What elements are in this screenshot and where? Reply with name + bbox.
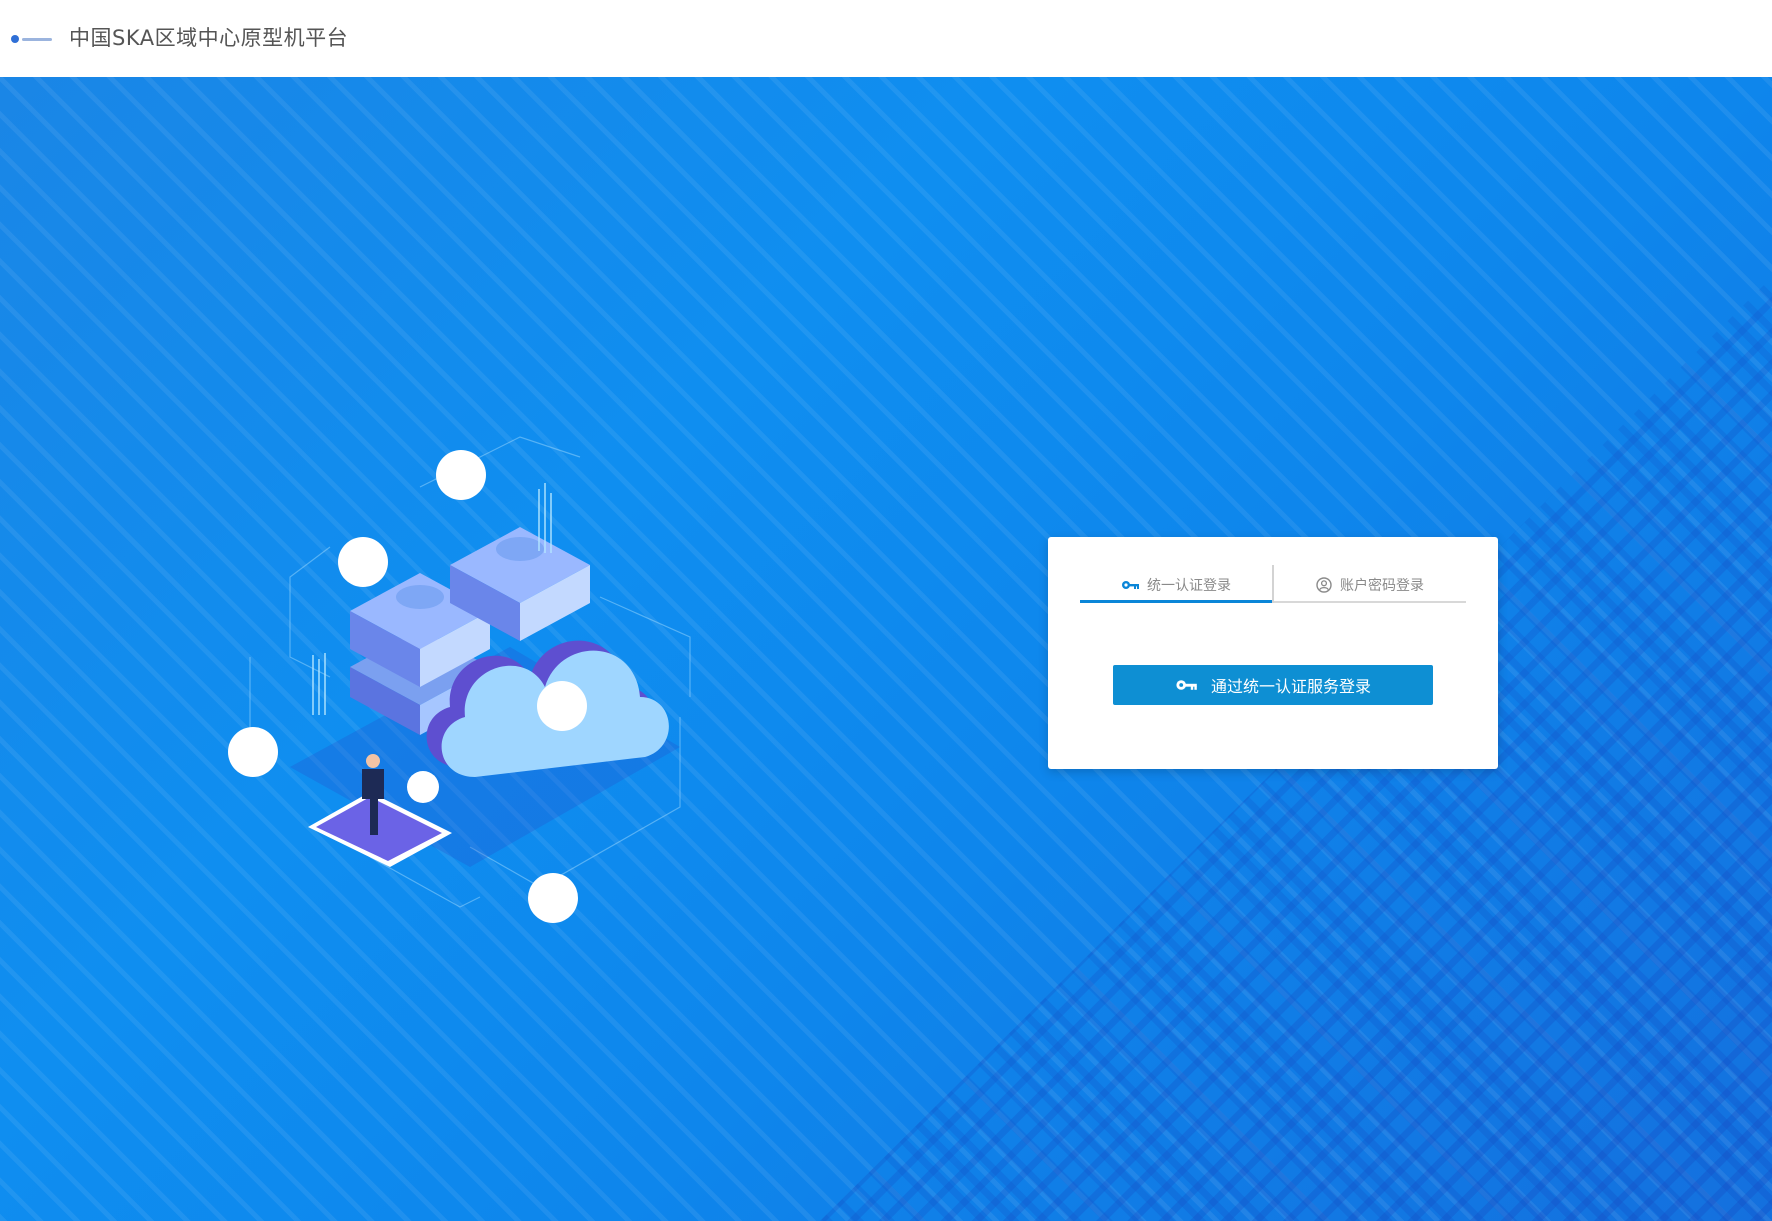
login-tabs: 统一认证登录 账户密码登录 <box>1080 565 1466 603</box>
logo-mark <box>11 35 19 43</box>
tab-label: 统一认证登录 <box>1147 578 1231 594</box>
top-header: 中国SKA区域中心原型机平台 <box>0 0 1772 77</box>
unified-auth-login-button[interactable]: 通过统一认证服务登录 <box>1113 665 1433 705</box>
user-circle-icon <box>1316 577 1332 593</box>
login-card: 统一认证登录 账户密码登录 通过统一认证服务登录 <box>1048 537 1498 769</box>
site-title: 中国SKA区域中心原型机平台 <box>69 26 349 50</box>
tab-account-password-login[interactable]: 账户密码登录 <box>1274 569 1466 601</box>
logo-text-mark <box>22 37 52 41</box>
tab-unified-auth-login[interactable]: 统一认证登录 <box>1080 569 1272 603</box>
login-button-label: 通过统一认证服务登录 <box>1210 677 1371 696</box>
key-icon <box>1175 676 1197 695</box>
cloud-server-illustration <box>228 436 691 923</box>
hero-background <box>0 77 1772 1221</box>
institution-logo-icon[interactable] <box>11 34 53 44</box>
key-icon <box>1121 580 1139 590</box>
tab-label: 账户密码登录 <box>1340 578 1424 594</box>
